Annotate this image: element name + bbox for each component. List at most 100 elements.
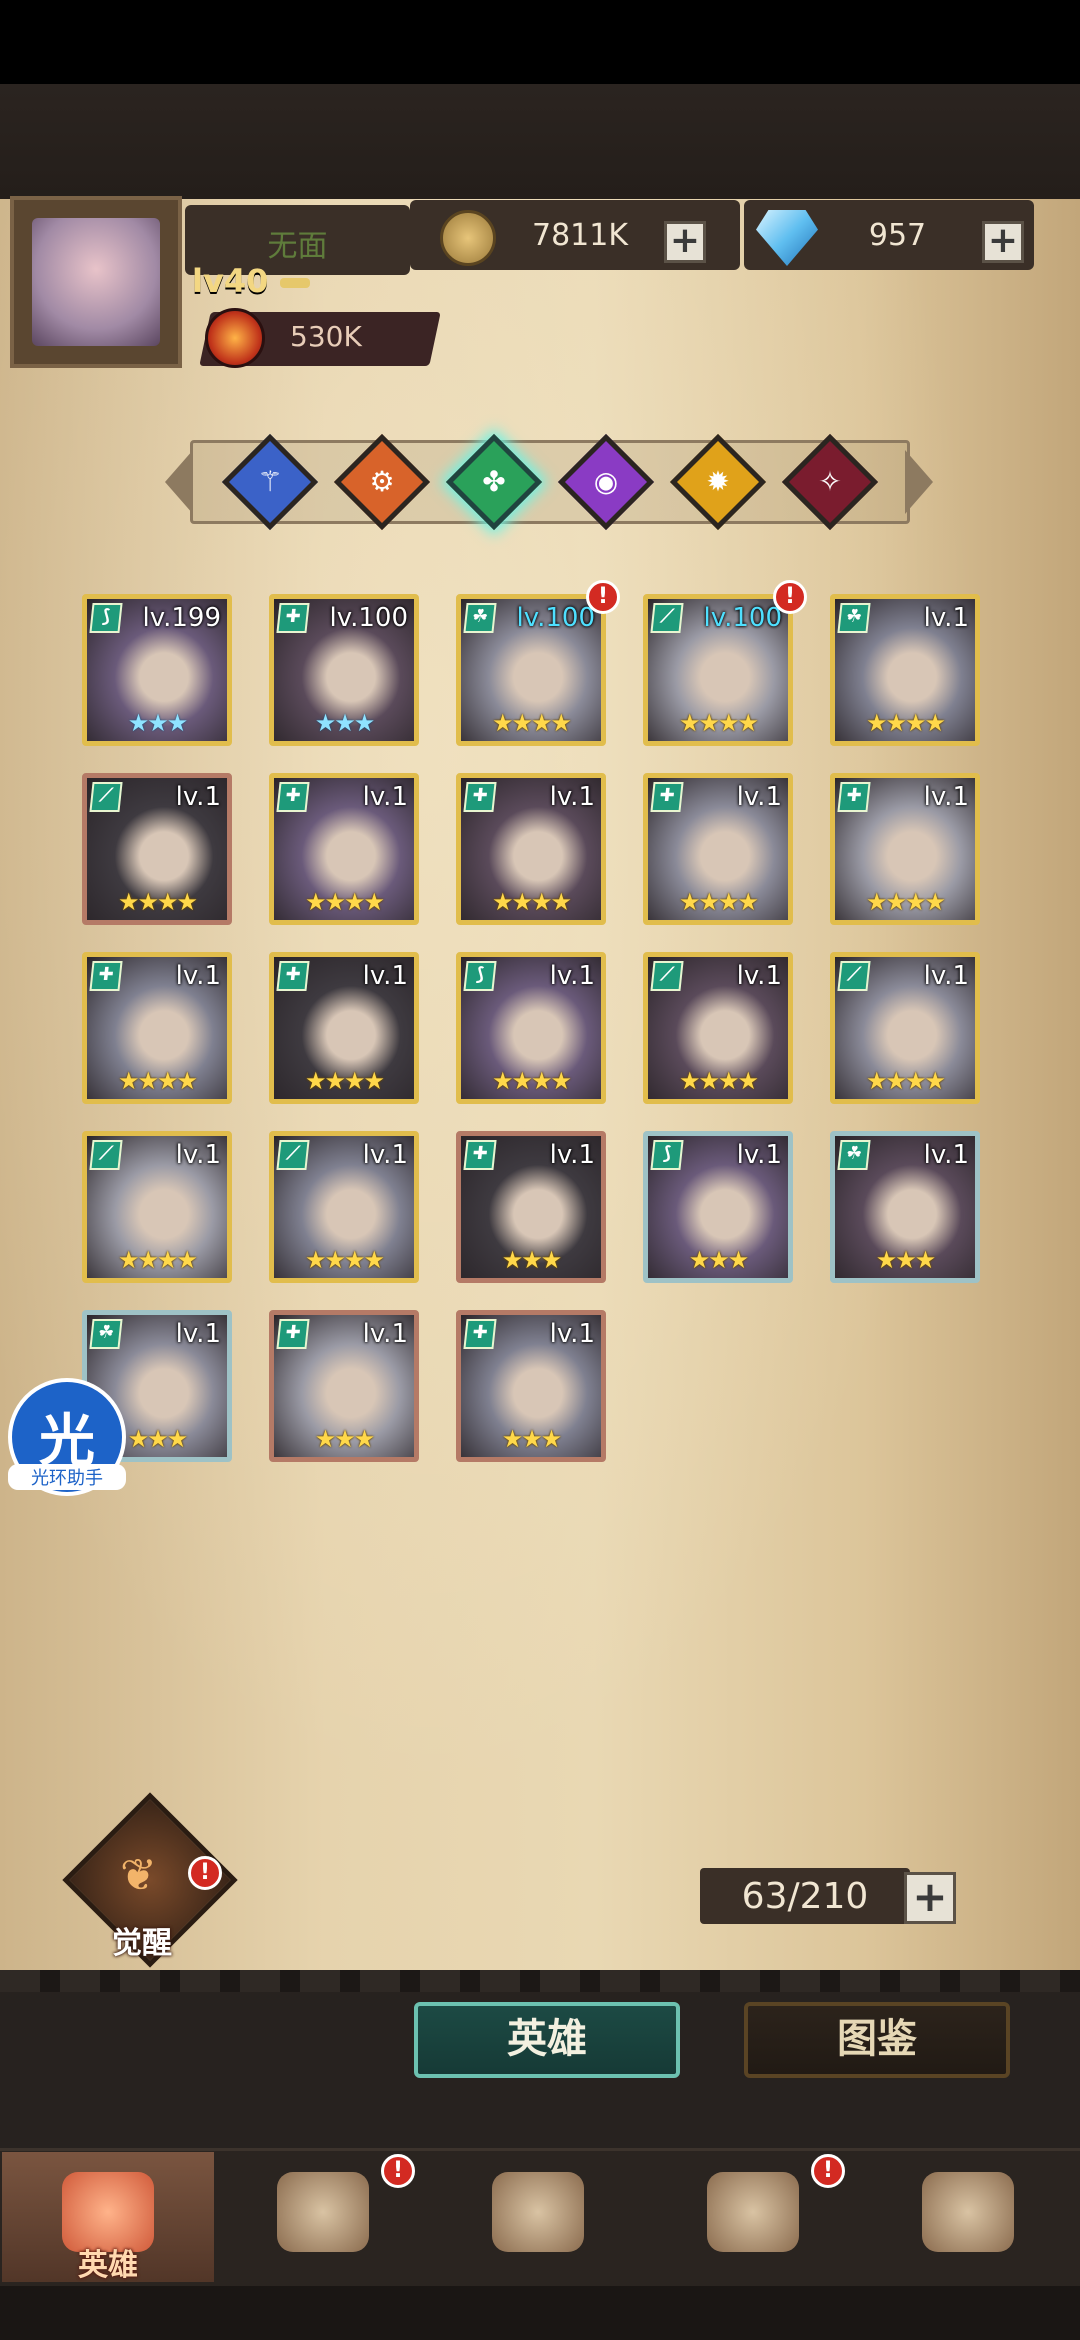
hero-capacity: 63/210 (700, 1868, 910, 1924)
nav-heroes[interactable]: 英雄 (2, 2152, 214, 2283)
awaken-icon: ❦ (120, 1850, 157, 1901)
helper-badge[interactable]: 光 光环助手 (8, 1378, 126, 1496)
xp-bar (280, 278, 310, 288)
hero-card[interactable]: ⟆ lv.1 ★★★★ (456, 952, 606, 1104)
avatar-portrait (32, 218, 160, 346)
nav-battle[interactable] (432, 2152, 644, 2282)
gold-value: 7811K (531, 218, 629, 253)
hero-stars: ★★★★ (865, 709, 946, 737)
crossed-swords-icon (492, 2172, 584, 2252)
hero-level: lv.1 (923, 782, 969, 812)
hero-class-icon: ✚ (463, 782, 497, 812)
hero-stars: ★★★★ (678, 888, 759, 916)
hero-level: lv.1 (175, 782, 221, 812)
hero-class-icon: ✚ (463, 1140, 497, 1170)
hero-card[interactable]: ✚ lv.1 ★★★★ (269, 773, 419, 925)
faction-orange-icon: ⚙ (369, 465, 395, 498)
hero-stars: ★★★★ (304, 888, 385, 916)
hero-class-icon: ✚ (837, 782, 871, 812)
hero-card[interactable]: ⟋ lv.1 ★★★★ (643, 952, 793, 1104)
hero-card[interactable]: ✚ lv.1 ★★★★ (82, 952, 232, 1104)
expand-capacity-button[interactable]: + (904, 1872, 956, 1924)
add-gold-button[interactable]: + (664, 221, 706, 263)
hero-stars: ★★★★ (678, 1067, 759, 1095)
hero-stars: ★★★★ (491, 888, 572, 916)
hero-stars: ★★★★ (678, 709, 759, 737)
tab-codex[interactable]: 图鉴 (744, 2002, 1010, 2078)
hero-card[interactable]: ☘ lv.1 ★★★★ (830, 594, 980, 746)
hero-level: lv.1 (175, 961, 221, 991)
hero-card[interactable]: ☘ lv.1 ★★★ (830, 1131, 980, 1283)
hero-card[interactable]: ⟋ lv.1 ★★★★ (830, 952, 980, 1104)
hero-level: lv.1 (923, 603, 969, 633)
hero-stars: ★★★★ (491, 1067, 572, 1095)
nav-castle-alert-badge: ! (811, 2154, 845, 2188)
hero-level: lv.1 (549, 782, 595, 812)
hero-card[interactable]: ✚ lv.1 ★★★★ (456, 773, 606, 925)
hero-class-icon: ⟋ (89, 782, 123, 812)
hero-card[interactable]: ⟆ lv.1 ★★★ (643, 1131, 793, 1283)
hero-card[interactable]: ✚ lv.1 ★★★ (456, 1310, 606, 1462)
hero-card[interactable]: ⟋ lv.1 ★★★★ (269, 1131, 419, 1283)
hero-card[interactable]: ⟋ lv.1 ★★★★ (82, 1131, 232, 1283)
filter-left-arrow-icon[interactable] (165, 450, 193, 514)
hero-level: lv.1 (923, 961, 969, 991)
hero-level: lv.100 (516, 603, 595, 633)
nav-heroes-label: 英雄 (78, 2248, 138, 2283)
hero-class-icon: ☘ (837, 1140, 871, 1170)
bottom-border (0, 1970, 1080, 1992)
hero-card[interactable]: ✚ lv.1 ★★★★ (643, 773, 793, 925)
hero-class-icon: ⟋ (837, 961, 871, 991)
hero-card[interactable]: ✚ lv.1 ★★★★ (830, 773, 980, 925)
hero-card[interactable]: ⟆ lv.199 ★★★ (82, 594, 232, 746)
hero-class-icon: ⟆ (463, 961, 497, 991)
hero-level: lv.1 (362, 1140, 408, 1170)
hero-card[interactable]: ✚ lv.1 ★★★★ (269, 952, 419, 1104)
hero-class-icon: ⟋ (650, 961, 684, 991)
hero-stars: ★★★ (314, 1425, 376, 1453)
hero-card[interactable]: ⟋ lv.1 ★★★★ (82, 773, 232, 925)
awaken-alert-badge: ! (188, 1856, 222, 1890)
hero-class-icon: ☘ (837, 603, 871, 633)
add-gems-button[interactable]: + (982, 221, 1024, 263)
hero-level: lv.1 (549, 1319, 595, 1349)
hero-card[interactable]: ✚ lv.100 ★★★ (269, 594, 419, 746)
hero-card[interactable]: ✚ lv.1 ★★★ (269, 1310, 419, 1462)
hero-level: lv.1 (736, 1140, 782, 1170)
hero-level: lv.1 (549, 1140, 595, 1170)
hero-stars: ★★★★ (117, 888, 198, 916)
hero-level: lv.1 (923, 1140, 969, 1170)
faction-purple-icon: ◉ (593, 465, 619, 498)
hero-class-icon: ✚ (650, 782, 684, 812)
filter-right-arrow-icon[interactable] (905, 450, 933, 514)
faction-blue-icon: ⚚ (257, 465, 283, 498)
hero-level: lv.1 (736, 961, 782, 991)
hero-card[interactable]: ✚ lv.1 ★★★ (456, 1131, 606, 1283)
faction-yellow-icon: ✹ (706, 465, 730, 498)
hero-stars: ★★★ (875, 1246, 937, 1274)
hero-stars: ★★★★ (491, 709, 572, 737)
hero-card[interactable]: ⟋ lv.100 ★★★★ (643, 594, 793, 746)
player-level: lv40 (192, 262, 269, 300)
gem-value: 957 (868, 218, 927, 253)
hero-class-icon: ⟋ (650, 603, 684, 633)
hero-card[interactable]: ☘ lv.100 ★★★★ (456, 594, 606, 746)
flag-icon (277, 2172, 369, 2252)
faction-crimson-icon: ✧ (818, 465, 842, 498)
fist-icon (205, 308, 265, 368)
hero-level: lv.199 (142, 603, 221, 633)
hero-level: lv.1 (362, 1319, 408, 1349)
hero-class-icon: ✚ (276, 1319, 310, 1349)
tab-heroes[interactable]: 英雄 (414, 2002, 680, 2078)
player-avatar[interactable] (10, 196, 182, 368)
handshake-icon (922, 2172, 1014, 2252)
hero-stars: ★★★ (127, 709, 189, 737)
nav-expedition-alert-badge: ! (381, 2154, 415, 2188)
hero-stars: ★★★ (688, 1246, 750, 1274)
hero-level: lv.100 (329, 603, 408, 633)
hero-level: lv.1 (362, 961, 408, 991)
nav-guild[interactable] (862, 2152, 1074, 2282)
tower-icon (707, 2172, 799, 2252)
hero-level: lv.100 (703, 603, 782, 633)
hero-level: lv.1 (362, 782, 408, 812)
